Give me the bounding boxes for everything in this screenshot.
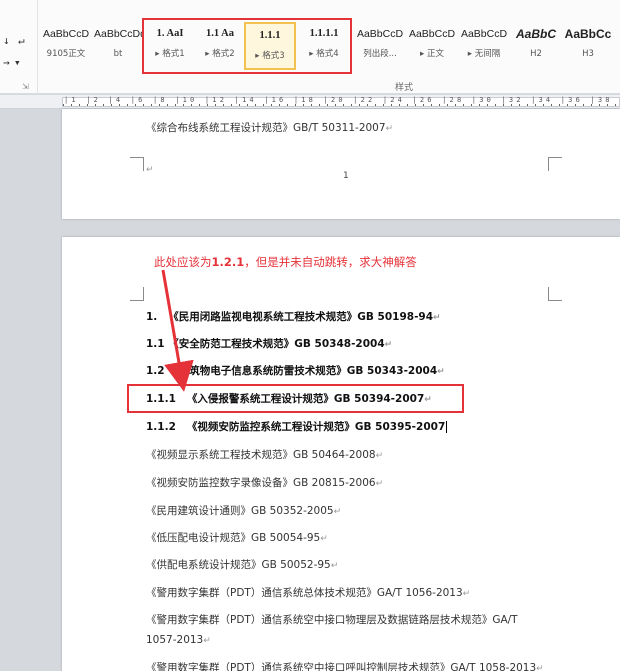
style-name: ▸ 无间隔 [467,49,501,59]
style-name: H3 [582,49,594,59]
heading-level1[interactable]: 1. 《民用闭路监视电视系统工程技术规范》GB 50198-94↵ [146,309,441,324]
heading-number: 1.2 [146,365,165,377]
paragraph-mark: ↵ [384,340,393,350]
heading-text: 《民用闭路监视电视系统工程技术规范》GB 50198-94 [168,311,434,323]
annotation-suffix: ，但是并未自动跳转，求大神解答 [244,255,417,269]
style-sample: AaBbCcD [42,28,90,40]
style-9105[interactable]: AaBbCcD 9105正文 [40,22,92,70]
indent-dropdown[interactable]: ▾ [14,56,21,69]
heading-number: 1.1.2 [146,421,176,433]
dialog-launcher-icon[interactable]: ⇲ [22,82,29,91]
crop-mark [548,157,562,171]
style-name: 9105正文 [46,49,86,59]
sort-button[interactable]: ↓ [3,34,10,47]
text-cursor [446,421,448,433]
heading-text: 《视频安防监控系统工程设计规范》GB 50395-2007 [186,421,446,433]
style-name: 列出段... [363,49,397,59]
style-name: H2 [530,49,542,59]
style-list-paragraph[interactable]: AaBbCcD 列出段... [354,22,406,70]
paragraph-mark: ↵ [536,664,544,671]
page1-reference-line[interactable]: 《综合布线系统工程设计规范》GB/T 50311-2007↵ [146,120,393,135]
indent-button[interactable]: → [3,56,10,69]
body-line[interactable]: 《视频安防监控数字录像设备》GB 20815-2006↵ [146,475,383,490]
body-text: 《供配电系统设计规范》GB 50052-95 [146,559,331,571]
body-line[interactable]: 《警用数字集群（PDT）通信系统空中接口呼叫控制层技术规范》GA/T 1058-… [146,660,544,671]
paragraph-mark: ↵ [462,589,471,599]
horizontal-ruler[interactable]: |1 |2 |4 |6 |8 |10 |12 |14 |16 |18 |20 |… [0,95,620,109]
ruler-numbers: |1 |2 |4 |6 |8 |10 |12 |14 |16 |18 |20 |… [64,96,620,104]
body-text: 《视频显示系统工程技术规范》GB 50464-2008 [146,449,376,461]
paragraph-mark: ↵ [385,124,394,134]
style-sample: AaBbCc [564,27,612,41]
style-bt[interactable]: AaBbCcDd bt [92,22,144,70]
annotation-prefix: 此处应该为 [154,255,212,269]
heading-level2[interactable]: 1.1 《安全防范工程技术规范》GB 50348-2004↵ [146,336,392,351]
body-text: 《民用建筑设计通则》GB 50352-2005 [146,505,334,517]
style-no-spacing[interactable]: AaBbCcD ▸ 无间隔 [458,22,510,70]
heading-text: 《安全防范工程技术规范》GB 50348-2004 [168,338,385,350]
word-window: ↓ ↵ → ▾ ⇲ AaBbCcD 9105正文 AaBbCcDd bt 1. … [0,0,620,671]
paragraph-group-partial: ↓ ↵ → ▾ ⇲ [0,0,38,94]
heading-text: 《建筑物电子信息系统防雷技术规范》GB 50343-2004 [168,365,438,377]
body-text: 《警用数字集群（PDT）通信系统总体技术规范》GA/T 1056-2013 [146,587,463,599]
styles-highlight-box [142,18,352,74]
body-line[interactable]: 《警用数字集群（PDT）通信系统总体技术规范》GA/T 1056-2013↵ [146,585,470,600]
paragraph-mark: ↵ [437,367,445,377]
body-line[interactable]: 《供配电系统设计规范》GB 50052-95↵ [146,557,338,572]
body-line[interactable]: 1057-2013↵ [146,634,211,646]
heading-number: 1.1 [146,338,165,350]
paragraph-mark: ↵ [375,479,384,489]
paragraph-mark: ↵ [203,636,211,646]
body-text: 《低压配电设计规范》GB 50054-95 [146,532,321,544]
style-sample: AaBbCcDd [94,28,144,40]
style-sample: AaBbCcD [460,28,508,40]
show-marks-button[interactable]: ↵ [18,34,25,47]
heading-level3[interactable]: 1.1.2 《视频安防监控系统工程设计规范》GB 50395-2007 [146,419,448,434]
heading-number: 1. [146,311,158,323]
heading-highlight-box [127,384,464,413]
ribbon-styles-area: ↓ ↵ → ▾ ⇲ AaBbCcD 9105正文 AaBbCcDd bt 1. … [0,0,620,94]
page-number: 1 [343,171,349,181]
style-h2[interactable]: AaBbC H2 [510,22,562,70]
style-sample: AaBbC [515,27,556,41]
body-line[interactable]: 《低压配电设计规范》GB 50054-95↵ [146,530,328,545]
heading-level2[interactable]: 1.2 《建筑物电子信息系统防雷技术规范》GB 50343-2004↵ [146,363,445,378]
body-line[interactable]: 《视频显示系统工程技术规范》GB 50464-2008↵ [146,447,383,462]
style-name: bt [113,49,123,59]
crop-mark [130,157,144,171]
body-line[interactable]: 《民用建筑设计通则》GB 50352-2005↵ [146,503,341,518]
paragraph-mark: ↵ [375,451,384,461]
body-text: 1057-2013 [146,634,204,646]
paragraph-mark: ↵ [330,561,339,571]
body-line[interactable]: 《警用数字集群（PDT）通信系统空中接口物理层及数据链路层技术规范》GA/T [146,612,518,627]
annotation-emphasis: 1.2.1 [211,255,245,269]
crop-mark [130,287,144,301]
paragraph-mark: ↵ [433,313,441,323]
body-text: 《视频安防监控数字录像设备》GB 20815-2006 [146,477,376,489]
body-text: 《警用数字集群（PDT）通信系统空中接口物理层及数据链路层技术规范》GA/T [146,614,518,626]
styles-group-label: 样式 [395,83,414,93]
paragraph-mark: ↵ [320,534,328,544]
style-h3[interactable]: AaBbCc H3 [562,22,614,70]
paragraph-mark: ↵ [333,507,342,517]
style-sample: AaBbCcD [408,28,456,40]
paragraph-mark: ↵ [146,165,154,175]
style-sample: AaBbCcD [356,28,404,40]
crop-mark [548,287,562,301]
annotation-note: 此处应该为1.2.1，但是并未自动跳转，求大神解答 [154,254,417,270]
style-normal[interactable]: AaBbCcD ▸ 正文 [406,22,458,70]
reference-text: 《综合布线系统工程设计规范》GB/T 50311-2007 [146,122,386,134]
style-name: ▸ 正文 [420,49,444,59]
body-text: 《警用数字集群（PDT）通信系统空中接口呼叫控制层技术规范》GA/T 1058-… [146,662,537,671]
